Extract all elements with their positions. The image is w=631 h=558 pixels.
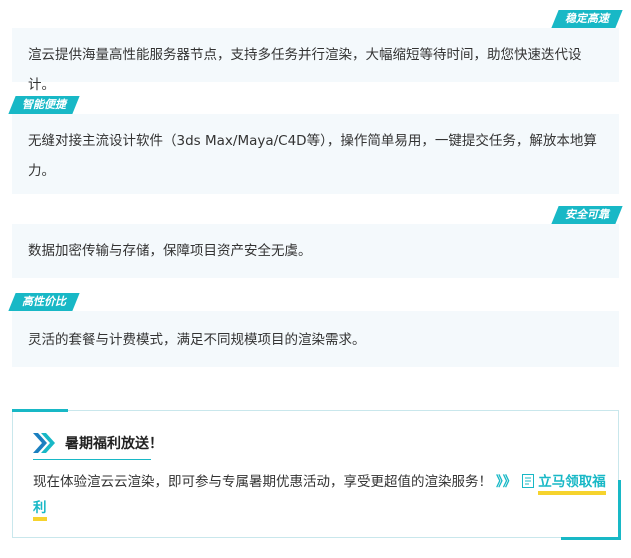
promo-body: 现在体验渲云云渲染，即可参与专属暑期优惠活动，享受更超值的渲染服务！ 》》 立马领… [33, 469, 608, 521]
document-icon [522, 474, 535, 488]
feature-description: 灵活的套餐与计费模式，满足不同规模项目的渲染需求。 [12, 311, 619, 367]
feature-smart-convenient: 智能便捷 无缝对接主流设计软件（3ds Max/Maya/C4D等），操作简单易… [8, 96, 619, 194]
feature-tag: 稳定高速 [551, 10, 623, 28]
feature-description: 渲云提供海量高性能服务器节点，支持多任务并行渲染，大幅缩短等待时间，助您快速迭代… [12, 28, 619, 93]
feature-tag: 安全可靠 [551, 206, 623, 224]
double-chevron-right-icon [33, 433, 55, 453]
promo-title: 暑期福利放送！ [65, 436, 163, 452]
feature-stable-fast: 稳定高速 渲云提供海量高性能服务器节点，支持多任务并行渲染，大幅缩短等待时间，助… [12, 10, 623, 93]
feature-cost-effective: 高性价比 灵活的套餐与计费模式，满足不同规模项目的渲染需求。 [8, 293, 619, 367]
feature-text: 灵活的套餐与计费模式，满足不同规模项目的渲染需求。 [28, 332, 366, 348]
summer-promo-card: 暑期福利放送！ 现在体验渲云云渲染，即可参与专属暑期优惠活动，享受更超值的渲染服… [12, 409, 621, 540]
feature-tag: 高性价比 [8, 293, 80, 311]
accent-corner [561, 537, 621, 540]
feature-description: 数据加密传输与存储，保障项目资产安全无虞。 [12, 224, 619, 278]
accent-corner [618, 480, 621, 540]
feature-text: 无缝对接主流设计软件（3ds Max/Maya/C4D等），操作简单易用，一键提… [28, 133, 597, 179]
feature-text: 数据加密传输与存储，保障项目资产安全无虞。 [28, 243, 312, 259]
feature-description: 无缝对接主流设计软件（3ds Max/Maya/C4D等），操作简单易用，一键提… [12, 114, 619, 194]
accent-bar [12, 409, 68, 412]
feature-text: 渲云提供海量高性能服务器节点，支持多任务并行渲染，大幅缩短等待时间，助您快速迭代… [28, 47, 582, 93]
promo-title-underline [33, 459, 151, 460]
promo-text: 现在体验渲云云渲染，即可参与专属暑期优惠活动，享受更超值的渲染服务！ [33, 474, 492, 490]
feature-tag: 智能便捷 [8, 96, 80, 114]
promo-header: 暑期福利放送！ [33, 431, 163, 455]
promo-arrows: 》》 [496, 474, 517, 490]
feature-secure-reliable: 安全可靠 数据加密传输与存储，保障项目资产安全无虞。 [12, 206, 623, 278]
